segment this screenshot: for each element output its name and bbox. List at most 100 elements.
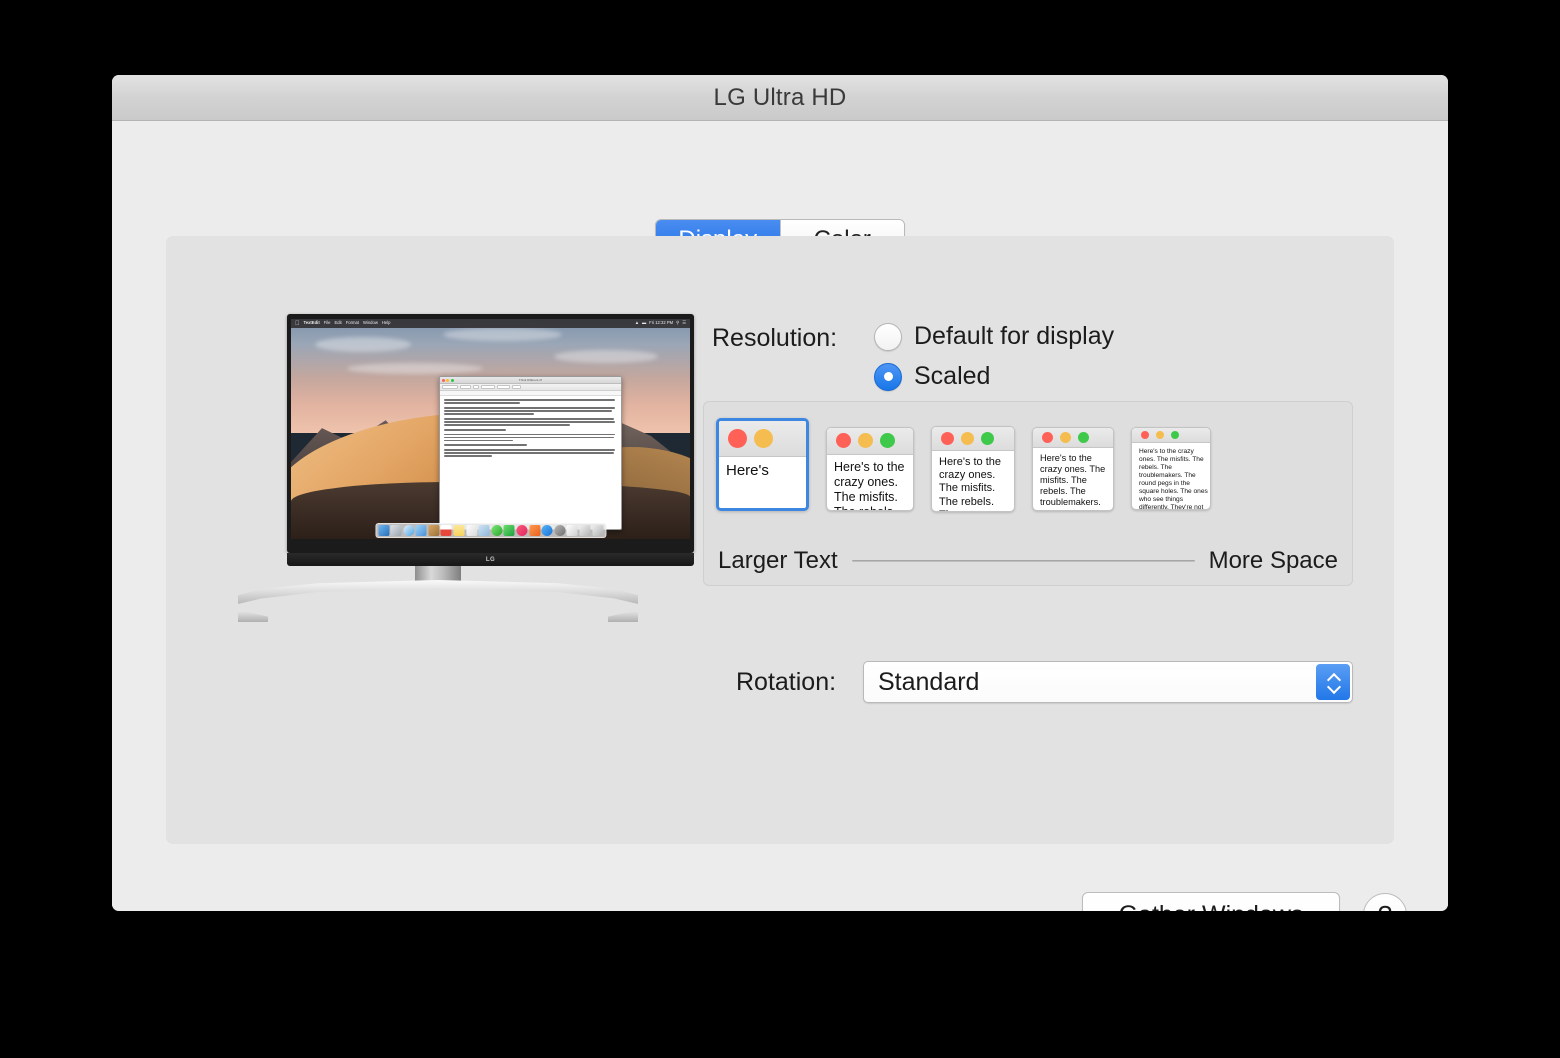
cloud-shape — [554, 349, 659, 363]
preview-textedit-window: Think Different.rtf — [438, 376, 623, 531]
close-icon — [1141, 431, 1149, 439]
monitor-screen:  TextEdit File Edit Format Window Help … — [291, 319, 690, 539]
scaling-thumbnail-list: Here's Here's to the crazy ones. The misf… — [716, 418, 1340, 518]
radio-default-for-display[interactable] — [874, 322, 902, 351]
textedit-paragraph — [443, 444, 618, 447]
textedit-icon — [566, 525, 578, 536]
radio-default-label: Default for display — [914, 322, 1115, 350]
minimize-icon — [754, 429, 773, 448]
resolution-option-default[interactable]: Default for display — [874, 322, 1114, 351]
books-icon — [529, 525, 541, 536]
monitor-chin: LG — [287, 553, 694, 566]
slider-track[interactable] — [851, 560, 1195, 562]
close-icon — [941, 431, 954, 445]
scaling-option-1[interactable]: Here's — [716, 418, 809, 511]
textedit-paragraph — [443, 406, 618, 415]
launchpad-icon — [390, 525, 402, 536]
menubar-item-help: Help — [377, 320, 391, 326]
cloud-shape — [346, 363, 483, 374]
zoom-icon — [880, 433, 895, 448]
textedit-paragraph — [443, 428, 618, 431]
rotation-label: Rotation: — [736, 668, 837, 696]
font-size-select — [472, 385, 479, 390]
textedit-document-name: Think Different.rtf — [518, 378, 542, 383]
radio-scaled[interactable] — [874, 362, 902, 391]
rotation-select[interactable]: Standard — [863, 661, 1353, 703]
textedit-paragraph — [443, 399, 618, 404]
minimize-icon — [858, 433, 873, 448]
calendar-icon — [440, 525, 452, 536]
downloads-icon — [579, 525, 591, 536]
clock-text: Fri 12:32 PM — [649, 320, 674, 326]
alignment-buttons — [496, 385, 510, 390]
menubar-item-format: Format — [341, 320, 359, 326]
contacts-icon — [428, 525, 440, 536]
font-style-select — [459, 385, 471, 390]
maps-icon — [478, 525, 490, 536]
gather-windows-button[interactable]: Gather Windows — [1082, 892, 1340, 911]
thumbnail-titlebar — [719, 421, 806, 457]
resolution-label: Resolution: — [712, 324, 838, 352]
scaling-option-4[interactable]: Here's to the crazy ones. The misfits. T… — [1032, 426, 1114, 511]
wifi-icon: ▲ — [634, 320, 639, 326]
scaling-slider[interactable]: Larger Text More Space — [718, 547, 1338, 575]
display-preferences-window: LG Ultra HD Display Color — [112, 75, 1448, 911]
textedit-toolbar — [439, 384, 622, 392]
textedit-paragraph — [443, 433, 618, 442]
trash-icon — [592, 525, 604, 536]
menubar-item-window: Window — [358, 320, 378, 326]
resolution-option-scaled[interactable]: Scaled — [874, 362, 990, 391]
slider-label-more-space: More Space — [1208, 547, 1338, 574]
thumbnail-preview-text: Here's to the crazy ones. The misfits. T… — [1040, 452, 1106, 510]
window-titlebar: LG Ultra HD — [112, 75, 1448, 121]
finder-icon — [377, 525, 389, 536]
control-center-icon: ☰ — [682, 320, 686, 326]
scaling-option-5[interactable]: Here's to the crazy ones. The misfits. T… — [1131, 427, 1211, 510]
rotation-stepper[interactable] — [1316, 664, 1350, 700]
stand-arc — [238, 580, 638, 604]
chevron-down-icon[interactable] — [1328, 684, 1339, 691]
thumbnail-titlebar — [827, 427, 913, 455]
safari-icon — [403, 525, 415, 536]
battery-icon: ▬ — [641, 320, 647, 326]
scaling-options-box: Here's Here's to the crazy ones. The misf… — [703, 401, 1353, 586]
close-icon — [1042, 431, 1053, 443]
menubar-status-area: ▲ ▬ Fri 12:32 PM ⚲ ☰ — [634, 320, 686, 326]
messages-icon — [491, 525, 503, 536]
monitor-stand — [238, 580, 638, 622]
mail-icon — [415, 525, 427, 536]
scaling-option-2[interactable]: Here's to the crazy ones. The misfits. T… — [826, 426, 914, 511]
minimize-icon — [1156, 431, 1164, 439]
slider-label-larger-text: Larger Text — [718, 547, 838, 574]
thumbnail-preview-text: Here's to the crazy ones. The misfits. T… — [939, 455, 1002, 511]
preferences-icon — [554, 525, 566, 536]
thumbnail-preview-text: Here's to the crazy ones. The misfits. T… — [1139, 448, 1208, 510]
apple-menu-icon:  — [295, 321, 300, 327]
itunes-icon — [516, 525, 528, 536]
preview-dock — [374, 523, 607, 538]
textedit-titlebar: Think Different.rtf — [439, 377, 622, 385]
monitor-bezel:  TextEdit File Edit Format Window Help … — [287, 314, 694, 553]
thumbnail-titlebar — [1132, 428, 1210, 443]
textedit-paragraph — [443, 417, 618, 426]
reminders-icon — [466, 525, 478, 536]
lg-logo: LG — [485, 556, 496, 563]
radio-scaled-label: Scaled — [914, 362, 991, 390]
scaling-option-3[interactable]: Here's to the crazy ones. The misfits. T… — [931, 425, 1015, 512]
facetime-icon — [503, 525, 515, 536]
menubar-item-edit: Edit — [329, 320, 341, 326]
menubar-item-file: File — [319, 320, 331, 326]
stand-foot-right — [608, 610, 638, 622]
thumbnail-preview-text: Here's — [726, 462, 769, 479]
close-icon — [728, 429, 747, 448]
thumbnail-titlebar — [932, 426, 1014, 451]
list-buttons — [511, 385, 521, 390]
notes-icon — [453, 525, 465, 536]
font-family-select — [441, 385, 458, 390]
menubar-item-textedit: TextEdit — [299, 320, 320, 326]
display-settings-panel:  TextEdit File Edit Format Window Help … — [166, 236, 1394, 844]
close-icon — [836, 433, 851, 448]
window-body: Display Color — [112, 121, 1448, 911]
thumbnail-titlebar — [1033, 427, 1113, 448]
help-button[interactable]: ? — [1363, 893, 1407, 911]
